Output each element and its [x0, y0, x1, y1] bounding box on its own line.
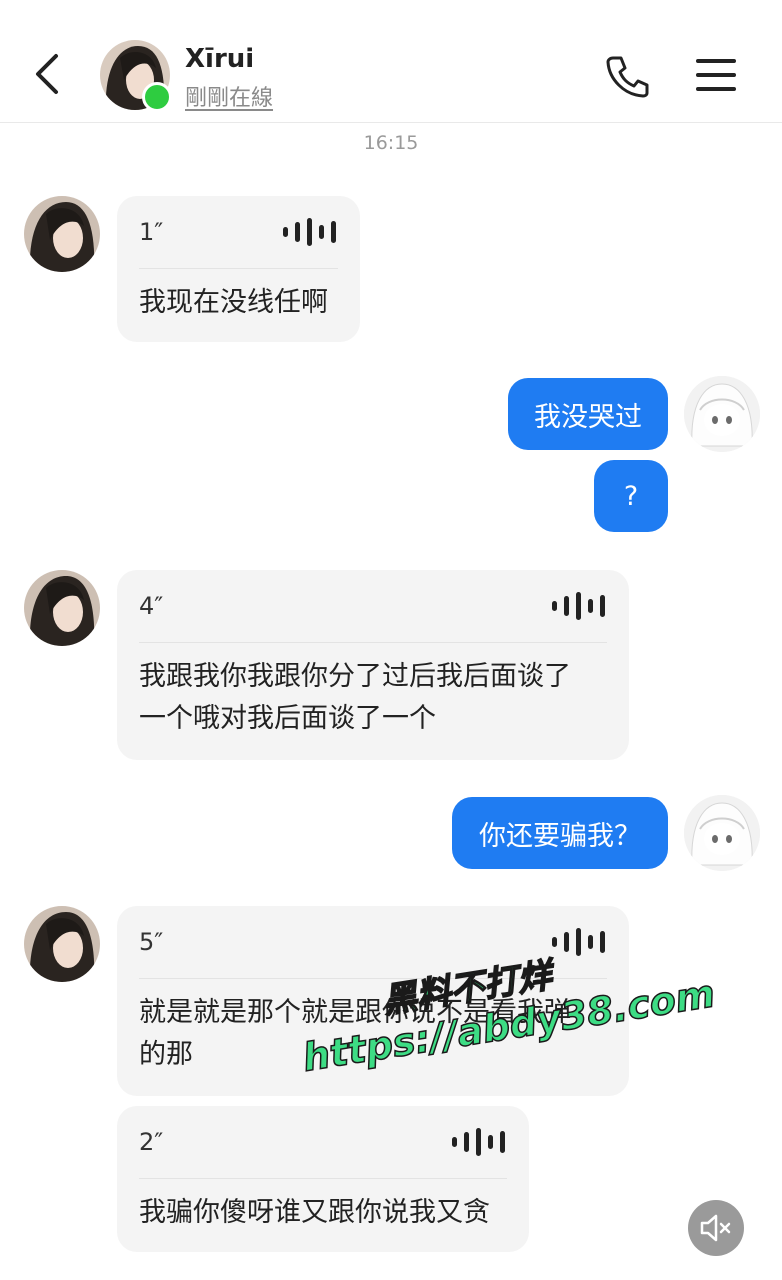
transcript-line: 就是就是那个就是跟你说不是看我弹: [139, 997, 571, 1028]
voice-duration: 1″: [139, 218, 164, 246]
divider: [139, 268, 338, 269]
divider: [139, 978, 607, 979]
speaker-mute-icon: [700, 1214, 731, 1242]
sender-avatar[interactable]: [24, 906, 100, 982]
voice-wave-icon: [452, 1128, 505, 1156]
mute-button[interactable]: [688, 1200, 744, 1256]
voice-message[interactable]: 5″ 就是就是那个就是跟你说不是看我弹 的那: [117, 906, 629, 1096]
voice-transcript: 我跟我你我跟你分了过后我后面谈了 一个哦对我后面谈了一个: [139, 656, 607, 740]
voice-duration: 4″: [139, 592, 164, 620]
outgoing-message[interactable]: 我没哭过: [508, 378, 668, 450]
transcript-line: 我跟我你我跟你分了过后我后面谈了: [139, 661, 571, 692]
online-status-text[interactable]: 剛剛在線: [185, 80, 273, 112]
outgoing-message[interactable]: ?: [594, 460, 668, 532]
chat-header: Xīrui 剛剛在線: [0, 0, 782, 123]
sender-avatar[interactable]: [24, 570, 100, 646]
divider: [139, 642, 607, 643]
menu-icon[interactable]: [695, 56, 737, 94]
voice-transcript: 我现在没线任啊: [139, 287, 328, 318]
transcript-line: 一个哦对我后面谈了一个: [139, 703, 436, 734]
voice-message[interactable]: 4″ 我跟我你我跟你分了过后我后面谈了 一个哦对我后面谈了一个: [117, 570, 629, 760]
my-avatar[interactable]: [684, 376, 760, 452]
contact-name: Xīrui: [185, 44, 255, 74]
voice-duration: 2″: [139, 1128, 164, 1156]
phone-icon[interactable]: [604, 54, 650, 98]
voice-message[interactable]: 2″ 我骗你傻呀谁又跟你说我又贪: [117, 1106, 529, 1252]
voice-transcript: 我骗你傻呀谁又跟你说我又贪: [139, 1197, 490, 1228]
sender-avatar[interactable]: [24, 196, 100, 272]
voice-wave-icon: [552, 592, 605, 620]
voice-wave-icon: [552, 928, 605, 956]
outgoing-message[interactable]: 你还要骗我？: [452, 797, 668, 869]
my-avatar[interactable]: [684, 795, 760, 871]
voice-message[interactable]: 1″ 我现在没线任啊: [117, 196, 360, 342]
chat-timestamp: 16:15: [363, 132, 419, 154]
voice-wave-icon: [283, 218, 336, 246]
voice-transcript: 就是就是那个就是跟你说不是看我弹 的那: [139, 992, 607, 1076]
voice-duration: 5″: [139, 928, 164, 956]
transcript-line: 的那: [139, 1039, 193, 1070]
back-arrow-icon[interactable]: [28, 50, 68, 98]
divider: [139, 1178, 507, 1179]
online-status-dot: [142, 82, 172, 112]
